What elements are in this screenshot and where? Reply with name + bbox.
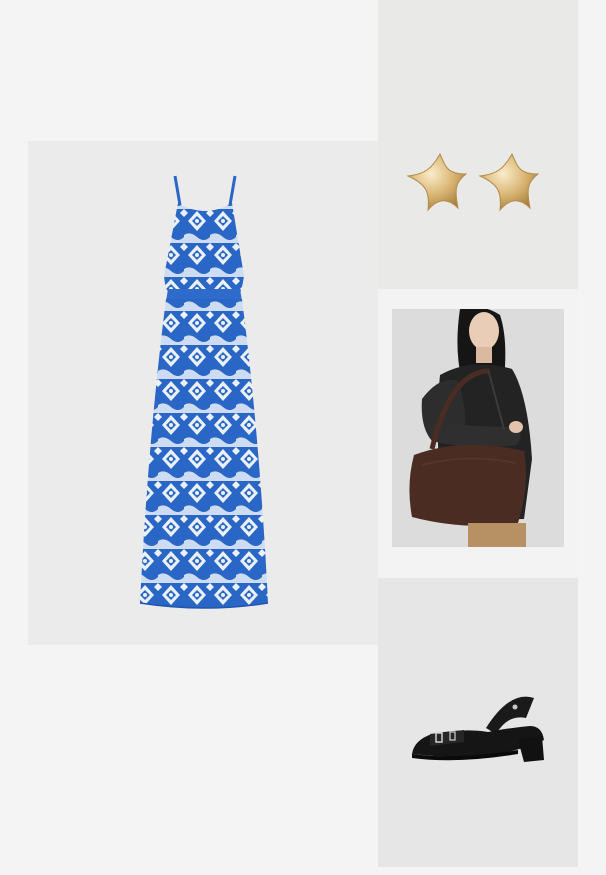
- dress-product-tile[interactable]: [28, 141, 378, 645]
- maxi-dress-image: [139, 175, 269, 609]
- slingback-shoe-image: [412, 696, 544, 762]
- bag-product-tile[interactable]: [378, 289, 578, 578]
- shoe-product-tile[interactable]: [378, 578, 578, 867]
- star-earrings-image: [406, 152, 540, 212]
- earrings-product-tile[interactable]: [378, 0, 578, 289]
- model-with-bag-image: [392, 309, 564, 547]
